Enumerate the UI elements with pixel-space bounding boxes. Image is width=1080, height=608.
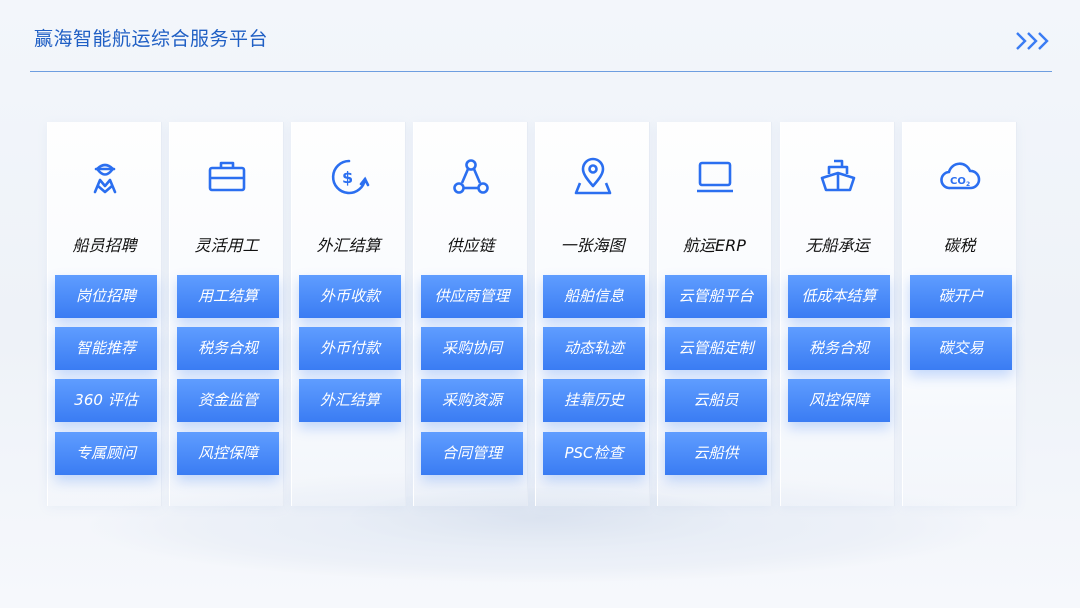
service-column-crew: 船员招聘 岗位招聘 智能推荐 360 评估 专属顾问 [47,122,162,506]
service-item[interactable]: 云船供 [665,432,767,475]
service-item[interactable]: 岗位招聘 [55,275,157,318]
dollar-exchange-icon: $ [331,159,370,195]
service-item[interactable]: 风控保障 [177,432,279,475]
service-item[interactable]: 采购资源 [421,379,523,422]
svg-text:CO: CO [950,176,966,187]
service-item[interactable]: 采购协同 [421,327,523,370]
ship-icon [820,159,856,192]
service-item[interactable]: 风控保障 [788,379,890,422]
service-item[interactable]: 挂靠历史 [543,379,645,422]
page-title: 赢海智能航运综合服务平台 [34,28,269,50]
service-item[interactable]: 用工结算 [177,275,279,318]
map-pin-icon [574,157,612,195]
service-column-carbon-tax: CO 2 碳税 碳开户 碳交易 [902,122,1017,506]
column-title: 一张海图 [560,236,625,255]
column-title: 灵活用工 [194,236,259,255]
service-item[interactable]: 税务合规 [177,327,279,370]
service-item[interactable]: 碳开户 [910,275,1012,318]
column-title: 船员招聘 [72,236,137,255]
chevrons-right-icon[interactable] [1014,30,1054,52]
cloud-co2-icon: CO 2 [940,162,981,190]
column-title: 供应链 [446,236,495,255]
service-column-fx: $ 外汇结算 外币收款 外币付款 外汇结算 [291,122,406,506]
column-title: 外汇结算 [316,236,381,255]
service-item[interactable]: 低成本结算 [788,275,890,318]
column-title: 碳税 [943,236,976,255]
column-title: 航运ERP [683,236,746,255]
header-divider [30,71,1052,72]
svg-text:$: $ [342,168,353,187]
service-column-sea-chart: 一张海图 船舶信息 动态轨迹 挂靠历史 PSC检查 [535,122,650,506]
service-item[interactable]: 船舶信息 [543,275,645,318]
service-item[interactable]: 智能推荐 [55,327,157,370]
service-item[interactable]: 外汇结算 [299,379,401,422]
service-item[interactable]: 360 评估 [55,379,157,422]
service-item[interactable]: 外币付款 [299,327,401,370]
service-column-nvocc: 无船承运 低成本结算 税务合规 风控保障 [780,122,895,506]
service-column-supply-chain: 供应链 供应商管理 采购协同 采购资源 合同管理 [413,122,528,506]
service-item[interactable]: 云管船定制 [665,327,767,370]
service-item[interactable]: 专属顾问 [55,432,157,475]
briefcase-icon [208,161,246,192]
column-title: 无船承运 [805,236,870,255]
laptop-icon [697,161,733,193]
service-item[interactable]: 云管船平台 [665,275,767,318]
service-item[interactable]: 供应商管理 [421,275,523,318]
service-item[interactable]: 云船员 [665,379,767,422]
service-column-flex-work: 灵活用工 用工结算 税务合规 资金监管 风控保障 [169,122,284,506]
service-item[interactable]: 税务合规 [788,327,890,370]
service-item[interactable]: 碳交易 [910,327,1012,370]
service-item[interactable]: 合同管理 [421,432,523,475]
service-item[interactable]: 资金监管 [177,379,279,422]
service-item[interactable]: 动态轨迹 [543,327,645,370]
svg-text:2: 2 [966,181,970,188]
network-nodes-icon [453,159,489,194]
service-item[interactable]: PSC检查 [543,432,645,475]
crew-member-icon [93,163,117,194]
service-item[interactable]: 外币收款 [299,275,401,318]
service-column-erp: 航运ERP 云管船平台 云管船定制 云船员 云船供 [657,122,772,506]
